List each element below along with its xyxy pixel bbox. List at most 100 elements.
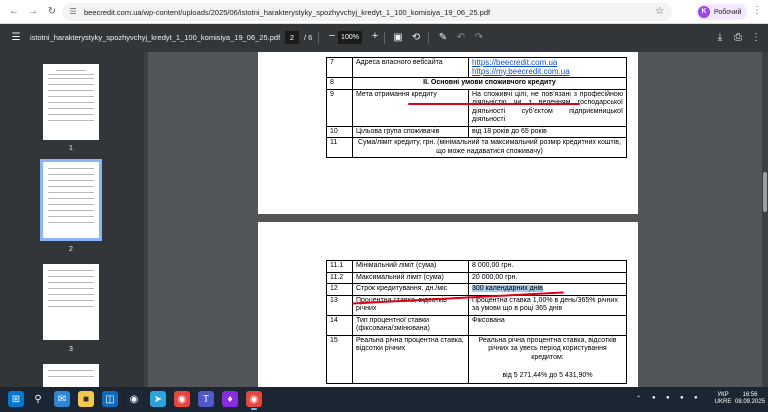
rate-range: від 5 271,44% до 5 431,90% xyxy=(502,372,593,379)
thumb-text-line xyxy=(48,294,94,295)
browser-toolbar: ← → ↻ ☰ beecredit.com.ua/wp-content/uplo… xyxy=(0,0,768,24)
chrome-icon[interactable]: ◉ xyxy=(174,391,190,407)
pdf-viewer: 7 Адреса власного вебсайта https://beecr… xyxy=(148,52,768,387)
row-name: Тип процентної ставки (фіксована/змінюва… xyxy=(352,314,469,336)
thumbnail-sidebar: 1 2 3 xyxy=(0,52,148,394)
file-explorer-icon[interactable]: ■ xyxy=(78,391,94,407)
page-thumbnail-1[interactable] xyxy=(43,64,99,140)
row-number: 11.1 xyxy=(326,260,353,273)
thumb-text-line xyxy=(48,108,94,109)
row-number: 12 xyxy=(326,283,353,296)
account-link[interactable]: https://my.beecredit.com.ua xyxy=(472,67,623,77)
tray-icon[interactable]: ● xyxy=(666,395,670,402)
thumb-text-line xyxy=(48,306,94,307)
row-number: 9 xyxy=(326,88,353,127)
thumb-text-line xyxy=(48,276,94,277)
address-bar[interactable]: ☰ beecredit.com.ua/wp-content/uploads/20… xyxy=(62,3,672,21)
browser-menu-icon[interactable]: ⋮ xyxy=(752,6,762,16)
site-info-icon[interactable]: ☰ xyxy=(68,7,78,17)
page-number-input[interactable]: 2 xyxy=(285,31,299,44)
thumb-text-line xyxy=(48,370,94,371)
row-number: 14 xyxy=(326,314,353,336)
mail-icon[interactable]: ✉ xyxy=(54,391,70,407)
thumb-text-line xyxy=(48,180,94,181)
zoom-input[interactable]: 100% xyxy=(338,31,362,44)
row-value: 20 000,00 грн. xyxy=(468,271,627,284)
search-icon[interactable]: ⚲ xyxy=(30,391,46,407)
row-number: 11.2 xyxy=(326,271,353,284)
thumb-text-line xyxy=(48,120,94,121)
thumb-text-line xyxy=(48,186,94,187)
row-name: Мінімальний ліміт (сума) xyxy=(352,260,469,273)
row-name: Адреса власного вебсайта xyxy=(352,57,469,78)
steam-icon[interactable]: ◉ xyxy=(126,391,142,407)
profile-button[interactable]: K Робочий xyxy=(696,4,748,20)
annotate-pen-icon[interactable]: ✎ xyxy=(435,32,451,43)
thumb-text-line xyxy=(48,74,94,75)
telegram-icon[interactable]: ➤ xyxy=(150,391,166,407)
rate-description: Реальна річна процентна ставка, відсоткі… xyxy=(478,336,617,361)
store-icon[interactable]: ◫ xyxy=(102,391,118,407)
scrollbar-thumb[interactable] xyxy=(763,172,767,212)
pdf-title: istotni_harakterystyky_spozhyvchyj_kredy… xyxy=(30,33,281,42)
zoom-in-button[interactable]: + xyxy=(367,30,383,42)
table-row: 10 Цільова група споживачів від 18 років… xyxy=(326,125,627,138)
undo-icon[interactable]: ↶ xyxy=(453,32,469,43)
table-row: 11 Сума/ліміт кредиту, грн. (мінімальний… xyxy=(326,137,627,158)
thumb-text-line xyxy=(48,192,94,193)
row-value: Фіксована xyxy=(468,314,627,336)
characteristics-table: 7 Адреса власного вебсайта https://beecr… xyxy=(326,57,627,158)
thumb-text-line xyxy=(48,222,94,223)
reload-icon[interactable]: ↻ xyxy=(44,4,60,20)
row-number: 13 xyxy=(326,294,353,316)
download-icon[interactable]: ⤓ xyxy=(712,32,728,43)
thumb-text-line xyxy=(48,270,94,271)
tray-icon[interactable]: ● xyxy=(694,395,698,402)
clock-date: 08.09.2025 xyxy=(734,399,766,405)
rotate-icon[interactable]: ⟲ xyxy=(408,32,424,43)
app-icon[interactable]: ♦ xyxy=(222,391,238,407)
thumb-text-line xyxy=(56,70,86,71)
row-name: Сума/ліміт кредиту, грн. (мінімальний та… xyxy=(352,137,627,158)
row-number: 11 xyxy=(326,137,353,158)
clock-time: 16:56 xyxy=(742,392,758,398)
table-row: 8 II. Основні умови споживчого кредиту xyxy=(326,77,627,90)
page-thumbnail-3[interactable] xyxy=(43,264,99,340)
clock[interactable]: 16:56 08.09.2025 xyxy=(734,392,766,406)
row-number: 10 xyxy=(326,125,353,138)
menu-icon[interactable]: ☰ xyxy=(8,32,24,43)
thumbnail-label: 2 xyxy=(69,246,73,253)
row-value: від 18 років до 65 років xyxy=(468,125,627,138)
back-icon[interactable]: ← xyxy=(6,4,22,20)
viewer-scrollbar[interactable] xyxy=(762,52,768,387)
divider xyxy=(428,32,429,44)
tray-icon[interactable]: ● xyxy=(652,395,656,402)
tray-chevron-icon[interactable]: ⌃ xyxy=(636,396,641,403)
more-actions-icon[interactable]: ⋮ xyxy=(748,32,764,43)
thumb-text-line xyxy=(48,282,94,283)
forward-icon[interactable]: → xyxy=(25,4,41,20)
print-icon[interactable]: ⎙ xyxy=(730,32,746,43)
section-title: II. Основні умови споживчого кредиту xyxy=(352,77,627,90)
tray-icon[interactable]: ● xyxy=(680,395,684,402)
row-name: Реальна річна процентна ставка, відсотки… xyxy=(352,334,469,384)
table-row: 9 Мета отримання кредиту На споживчі ціл… xyxy=(326,88,627,127)
table-row: 15 Реальна річна процентна ставка, відсо… xyxy=(326,334,627,384)
pdf-page-2: 11.1 Мінімальний ліміт (сума) 8 000,00 г… xyxy=(258,222,638,387)
thumb-text-line xyxy=(48,288,94,289)
fit-page-icon[interactable]: ▣ xyxy=(390,32,406,43)
start-icon[interactable]: ⊞ xyxy=(8,391,24,407)
windows-taskbar: ⊞ ⚲ ✉ ■ ◫ ◉ ➤ ◉ T ♦ ◉ ⌃ ● ● ● ● УКР UKRE… xyxy=(0,387,768,412)
row-name: Строк кредитування, дн./міс xyxy=(352,283,469,296)
teams-icon[interactable]: T xyxy=(198,391,214,407)
page-thumbnail-2[interactable] xyxy=(40,159,102,241)
bookmark-star-icon[interactable]: ☆ xyxy=(655,6,664,17)
thumbnail-label: 3 xyxy=(69,346,73,353)
language-indicator[interactable]: УКР UKRE xyxy=(712,392,734,406)
redo-icon[interactable]: ↷ xyxy=(471,32,487,43)
url-text[interactable]: beecredit.com.ua/wp-content/uploads/2025… xyxy=(84,8,490,17)
lang-top: УКР xyxy=(717,392,729,398)
chrome-profile-icon[interactable]: ◉ xyxy=(246,391,262,410)
thumb-text-line xyxy=(48,78,94,79)
row-number: 8 xyxy=(326,77,353,90)
